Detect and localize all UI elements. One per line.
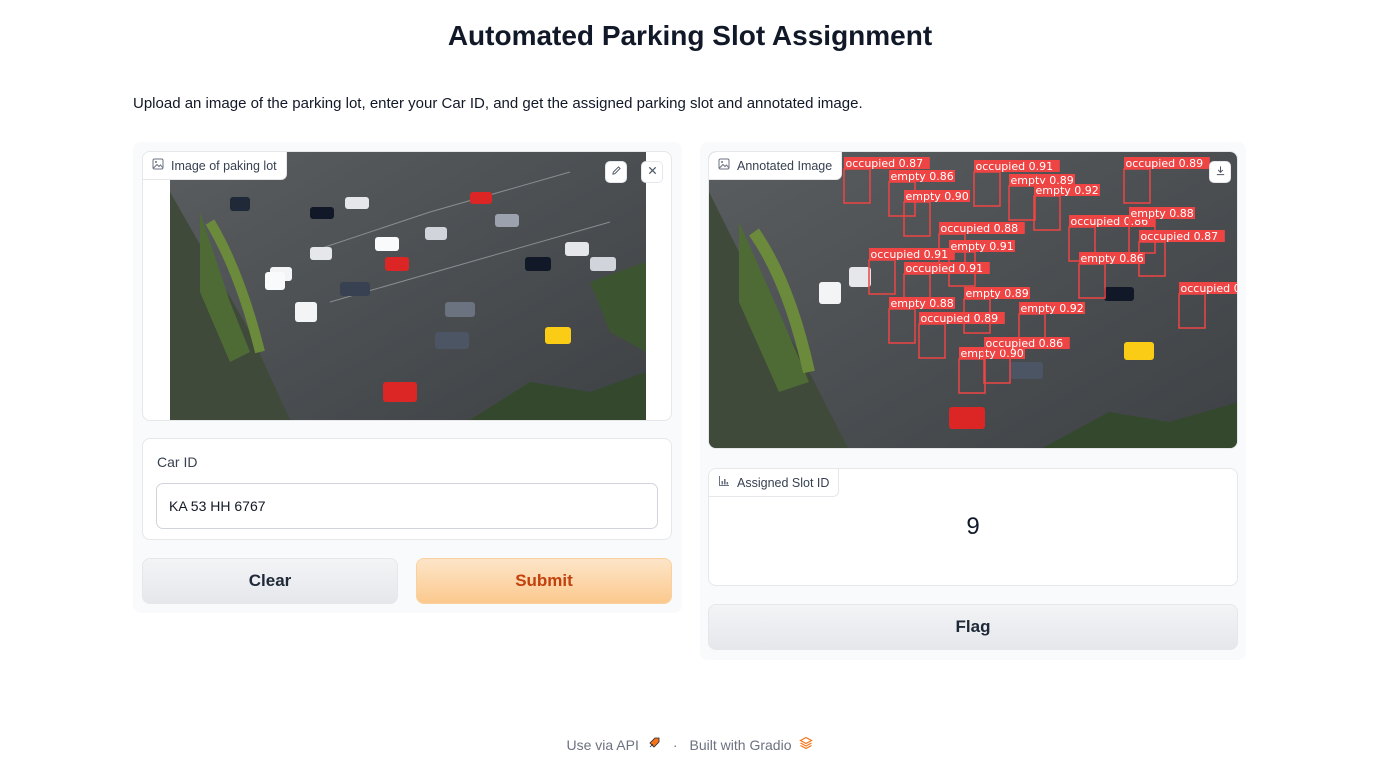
image-upload-label-text: Image of paking lot bbox=[171, 158, 277, 173]
parking-lot-image bbox=[170, 152, 646, 420]
detection-label: empty 0.86 bbox=[1081, 252, 1144, 265]
annotated-image-label: Annotated Image bbox=[709, 152, 843, 180]
assigned-slot-value: 9 bbox=[966, 513, 980, 540]
image-upload-label: Image of paking lot bbox=[143, 152, 287, 180]
page-title: Automated Parking Slot Assignment bbox=[447, 20, 933, 51]
detection-label: empty 0.91 bbox=[951, 240, 1014, 253]
pencil-icon bbox=[611, 163, 622, 181]
detection-label: occupied 0.91 bbox=[906, 262, 984, 275]
detection-label: empty 0.86 bbox=[891, 170, 954, 183]
detection-label: occupied 0.87 bbox=[1141, 230, 1219, 243]
rocket-icon bbox=[647, 736, 661, 753]
detection-label: empty 0.88 bbox=[891, 297, 954, 310]
annotated-image-label-text: Annotated Image bbox=[737, 158, 833, 173]
detection-label: occupied 0.86 bbox=[986, 337, 1064, 350]
detection-label: occupied 0.89 bbox=[1126, 157, 1204, 170]
input-column: Image of paking lot Car ID KA 53 HH 6767… bbox=[133, 142, 682, 613]
detection-label: occupied 0.88 bbox=[941, 222, 1019, 235]
detection-label: occupied 0.91 bbox=[976, 160, 1054, 173]
detection-label: empty 0.88 bbox=[1131, 207, 1194, 220]
download-icon bbox=[1215, 163, 1226, 181]
image-upload-block[interactable]: Image of paking lot bbox=[142, 151, 672, 421]
detection-label: occupied 0.91 bbox=[871, 248, 949, 261]
car-id-input[interactable] bbox=[156, 483, 658, 529]
detection-label: empty 0.92 bbox=[1021, 302, 1084, 315]
clear-button[interactable]: Clear bbox=[142, 558, 398, 604]
close-button[interactable] bbox=[641, 161, 663, 183]
download-button[interactable] bbox=[1209, 161, 1231, 183]
page-description: Upload an image of the parking lot, ente… bbox=[133, 95, 863, 112]
close-icon bbox=[647, 163, 658, 181]
car-id-block: Car ID bbox=[142, 438, 672, 540]
detection-label: empty 0.90 bbox=[906, 190, 969, 203]
detection-label: occupied 0.87 bbox=[846, 157, 924, 170]
built-with-gradio-link[interactable]: Built with Gradio bbox=[690, 737, 792, 753]
annotated-image: occupied 0.87 empty 0.86 occupied 0.91 empt… bbox=[709, 152, 1239, 448]
gradio-logo-icon bbox=[799, 736, 814, 753]
assigned-slot-block: Assigned Slot ID 9 bbox=[708, 468, 1238, 586]
assigned-slot-label-text: Assigned Slot ID bbox=[737, 475, 830, 490]
detection-label: occupied 0.89 bbox=[921, 312, 999, 325]
footer-separator: · bbox=[672, 736, 678, 753]
gradio-app: Automated Parking Slot Assignment Upload… bbox=[0, 0, 1380, 776]
edit-button[interactable] bbox=[605, 161, 627, 183]
car-id-label: Car ID bbox=[157, 454, 198, 470]
image-icon bbox=[718, 158, 730, 173]
output-column: occupied 0.87 empty 0.86 occupied 0.91 empt… bbox=[700, 142, 1246, 660]
annotated-image-block: occupied 0.87 empty 0.86 occupied 0.91 empt… bbox=[708, 151, 1238, 449]
submit-button[interactable]: Submit bbox=[416, 558, 672, 604]
assigned-slot-label: Assigned Slot ID bbox=[709, 469, 840, 497]
footer: Use via API · Built with Gradio bbox=[0, 736, 1380, 753]
detection-label: empty 0.92 bbox=[1036, 184, 1099, 197]
image-icon bbox=[152, 158, 164, 173]
bar-chart-icon bbox=[718, 475, 730, 490]
flag-button[interactable]: Flag bbox=[708, 604, 1238, 650]
detection-label: empty 0.89 bbox=[966, 287, 1029, 300]
detection-label: occupied 0.88 bbox=[1181, 282, 1239, 295]
use-via-api-link[interactable]: Use via API bbox=[567, 737, 639, 753]
